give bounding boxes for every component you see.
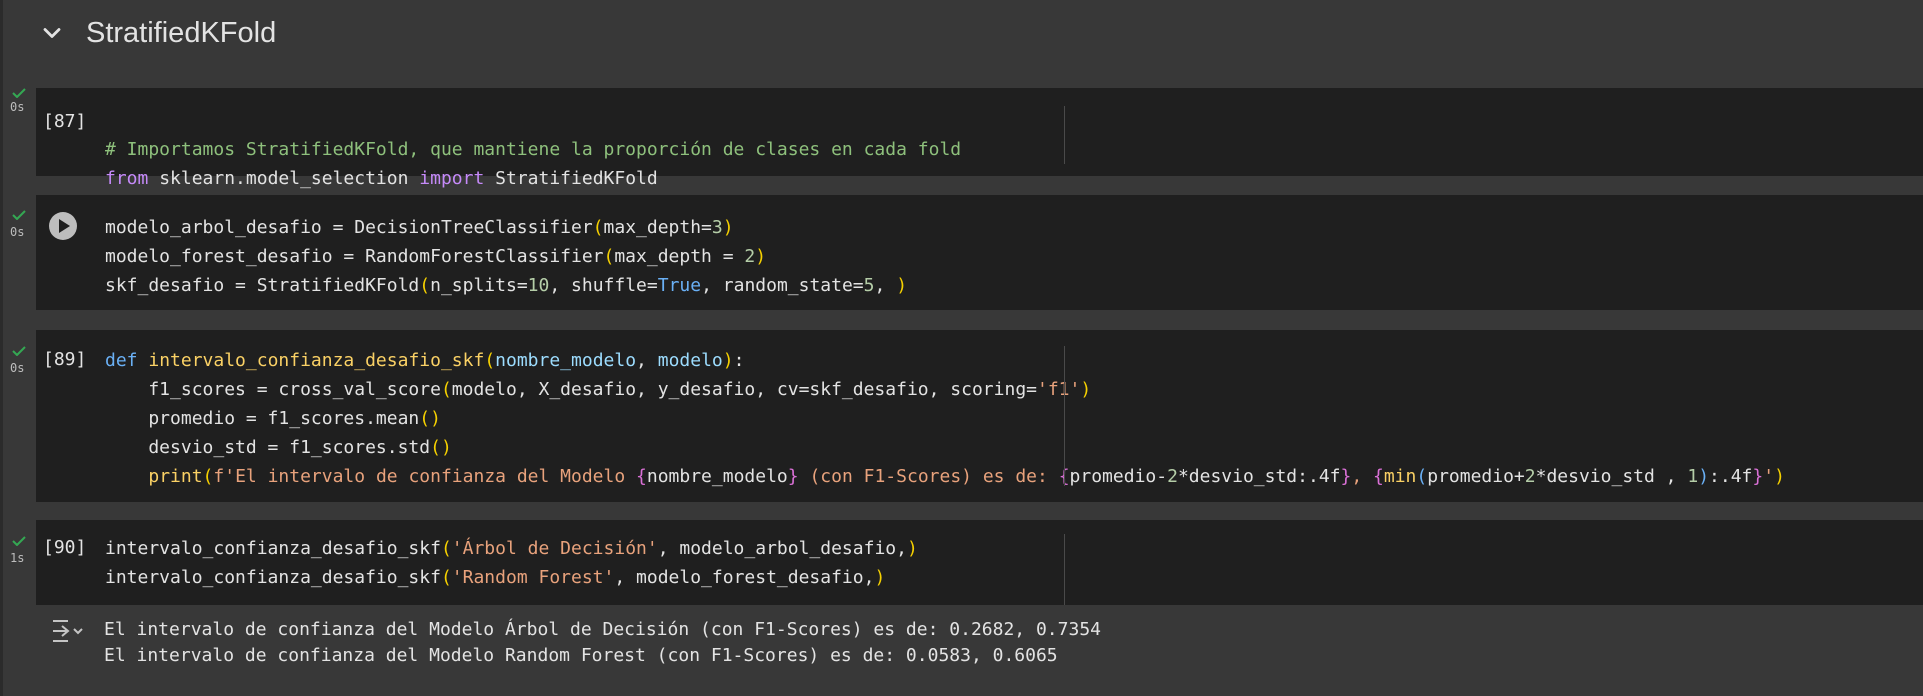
code-editor[interactable]: intervalo_confianza_desafio_skf('Árbol d… bbox=[105, 534, 918, 592]
chevron-down-icon[interactable] bbox=[38, 19, 66, 47]
section-header: StratifiedKFold bbox=[0, 0, 1923, 88]
check-icon bbox=[12, 536, 26, 546]
line-length-ruler bbox=[1064, 106, 1065, 164]
line-length-ruler bbox=[1064, 346, 1065, 486]
cell-gutter: 0s bbox=[0, 195, 36, 310]
cell-output: El intervalo de confianza del Modelo Árb… bbox=[36, 605, 1923, 696]
code-line: skf_desafio = StratifiedKFold(n_splits=1… bbox=[105, 275, 908, 296]
code-editor[interactable]: modelo_arbol_desafio = DecisionTreeClass… bbox=[105, 213, 907, 300]
run-cell-button[interactable] bbox=[46, 209, 80, 243]
execution-count: [87] bbox=[43, 111, 87, 132]
check-icon bbox=[12, 346, 26, 356]
output-actions-icon[interactable] bbox=[50, 617, 84, 645]
code-line: f1_scores = cross_val_score(modelo, X_de… bbox=[105, 379, 1092, 400]
code-editor[interactable]: def intervalo_confianza_desafio_skf(nomb… bbox=[105, 346, 1785, 491]
execution-count: [90] bbox=[43, 537, 87, 558]
cell-gutter: 0s bbox=[0, 330, 36, 502]
output-line: El intervalo de confianza del Modelo Árb… bbox=[104, 619, 1101, 640]
execution-count: [89] bbox=[43, 349, 87, 370]
output-text: El intervalo de confianza del Modelo Árb… bbox=[104, 617, 1101, 669]
cell-gutter: 0s bbox=[0, 88, 36, 176]
check-icon bbox=[12, 210, 26, 220]
output-line: El intervalo de confianza del Modelo Ran… bbox=[104, 645, 1058, 666]
code-line: promedio = f1_scores.mean() bbox=[105, 408, 441, 429]
code-cell[interactable]: [87] # Importamos StratifiedKFold, que m… bbox=[36, 88, 1923, 189]
code-line: print(f'El intervalo de confianza del Mo… bbox=[148, 466, 1785, 487]
code-cell[interactable]: [89] def intervalo_confianza_desafio_skf… bbox=[36, 330, 1923, 502]
code-line: # Importamos StratifiedKFold, que mantie… bbox=[105, 139, 962, 160]
execution-time: 1s bbox=[10, 551, 25, 565]
code-line: intervalo_confianza_desafio_skf('Árbol d… bbox=[105, 538, 918, 559]
execution-time: 0s bbox=[10, 225, 25, 239]
code-line: modelo_forest_desafio = RandomForestClas… bbox=[105, 246, 767, 267]
execution-time: 0s bbox=[10, 100, 25, 114]
section-title: StratifiedKFold bbox=[86, 17, 277, 49]
code-editor[interactable]: # Importamos StratifiedKFold, que mantie… bbox=[105, 106, 961, 193]
code-line: intervalo_confianza_desafio_skf('Random … bbox=[105, 567, 886, 588]
execution-time: 0s bbox=[10, 361, 25, 375]
code-line: desvio_std = f1_scores.std() bbox=[105, 437, 452, 458]
check-icon bbox=[12, 88, 26, 98]
cell-gutter: 1s bbox=[0, 520, 36, 605]
code-cell[interactable]: [90] intervalo_confianza_desafio_skf('Ár… bbox=[36, 520, 1923, 605]
code-line: modelo_arbol_desafio = DecisionTreeClass… bbox=[105, 217, 734, 238]
code-line: def intervalo_confianza_desafio_skf(nomb… bbox=[105, 350, 745, 371]
code-cell[interactable]: modelo_arbol_desafio = DecisionTreeClass… bbox=[36, 195, 1923, 310]
code-line: from sklearn.model_selection import Stra… bbox=[105, 168, 658, 189]
line-length-ruler bbox=[1064, 534, 1065, 605]
